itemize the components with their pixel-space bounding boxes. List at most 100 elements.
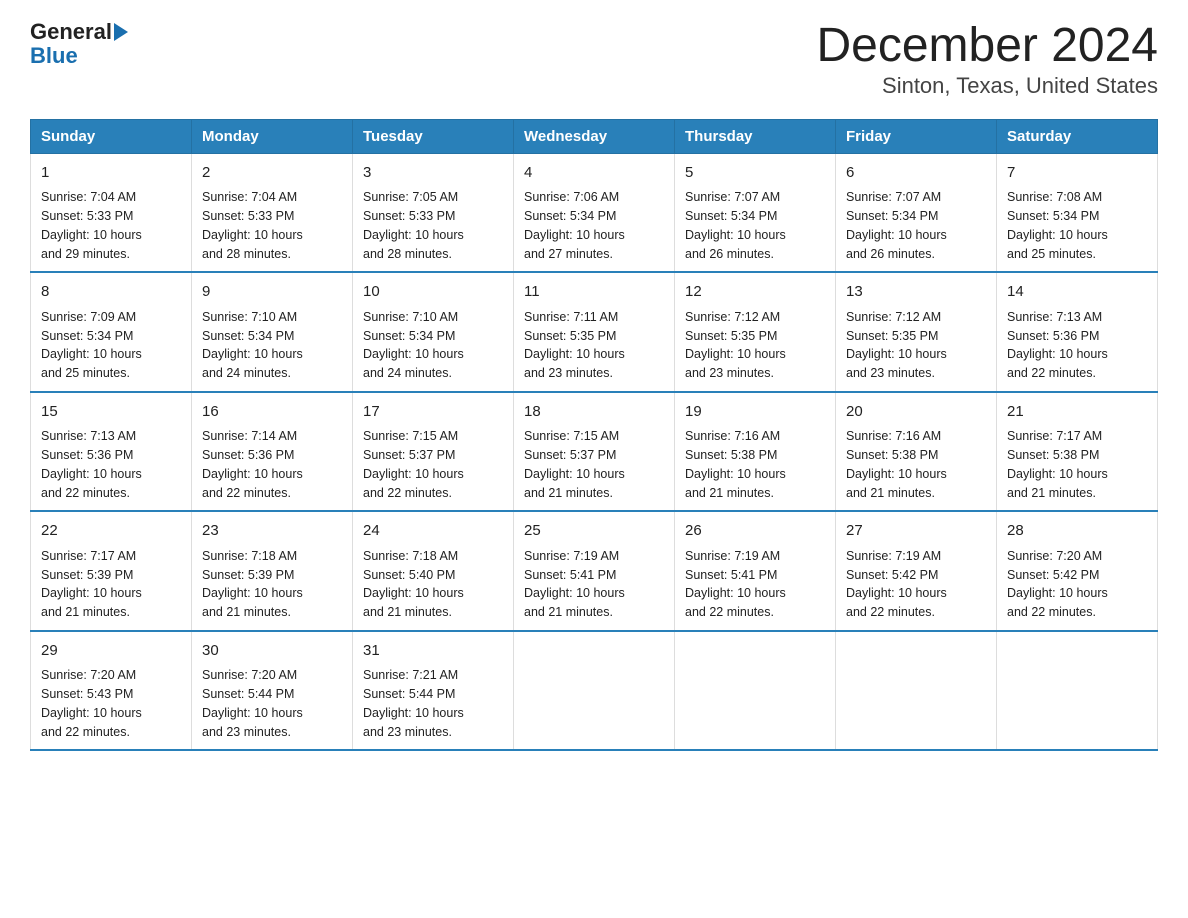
calendar-week-row: 8 Sunrise: 7:09 AMSunset: 5:34 PMDaylight… (31, 272, 1158, 392)
calendar-cell: 8 Sunrise: 7:09 AMSunset: 5:34 PMDaylight… (31, 272, 192, 392)
day-number: 5 (685, 162, 825, 185)
day-number: 29 (41, 640, 181, 663)
day-info: Sunrise: 7:17 AMSunset: 5:38 PMDaylight:… (1007, 427, 1147, 502)
day-number: 31 (363, 640, 503, 663)
calendar-cell: 29 Sunrise: 7:20 AMSunset: 5:43 PMDayligh… (31, 631, 192, 751)
day-number: 1 (41, 162, 181, 185)
header-saturday: Saturday (997, 119, 1158, 153)
calendar-cell (836, 631, 997, 751)
day-number: 12 (685, 281, 825, 304)
calendar-cell: 4 Sunrise: 7:06 AMSunset: 5:34 PMDaylight… (514, 153, 675, 272)
day-info: Sunrise: 7:16 AMSunset: 5:38 PMDaylight:… (846, 427, 986, 502)
day-info: Sunrise: 7:07 AMSunset: 5:34 PMDaylight:… (846, 188, 986, 263)
day-info: Sunrise: 7:05 AMSunset: 5:33 PMDaylight:… (363, 188, 503, 263)
day-info: Sunrise: 7:20 AMSunset: 5:43 PMDaylight:… (41, 666, 181, 741)
day-info: Sunrise: 7:15 AMSunset: 5:37 PMDaylight:… (363, 427, 503, 502)
title-block: December 2024 Sinton, Texas, United Stat… (816, 20, 1158, 99)
day-number: 10 (363, 281, 503, 304)
day-number: 15 (41, 401, 181, 424)
page-title: December 2024 (816, 20, 1158, 73)
day-number: 2 (202, 162, 342, 185)
day-number: 24 (363, 520, 503, 543)
page-subtitle: Sinton, Texas, United States (816, 73, 1158, 99)
calendar-cell: 9 Sunrise: 7:10 AMSunset: 5:34 PMDaylight… (192, 272, 353, 392)
day-info: Sunrise: 7:13 AMSunset: 5:36 PMDaylight:… (41, 427, 181, 502)
day-info: Sunrise: 7:13 AMSunset: 5:36 PMDaylight:… (1007, 308, 1147, 383)
day-number: 27 (846, 520, 986, 543)
day-info: Sunrise: 7:17 AMSunset: 5:39 PMDaylight:… (41, 547, 181, 622)
calendar-cell: 2Sunrise: 7:04 AMSunset: 5:33 PMDaylight… (192, 153, 353, 272)
calendar-week-row: 29 Sunrise: 7:20 AMSunset: 5:43 PMDayligh… (31, 631, 1158, 751)
calendar-cell: 21 Sunrise: 7:17 AMSunset: 5:38 PMDayligh… (997, 392, 1158, 512)
day-number: 16 (202, 401, 342, 424)
calendar-cell: 14 Sunrise: 7:13 AMSunset: 5:36 PMDayligh… (997, 272, 1158, 392)
day-info: Sunrise: 7:09 AMSunset: 5:34 PMDaylight:… (41, 308, 181, 383)
day-info: Sunrise: 7:21 AMSunset: 5:44 PMDaylight:… (363, 666, 503, 741)
day-info: Sunrise: 7:20 AMSunset: 5:42 PMDaylight:… (1007, 547, 1147, 622)
day-info: Sunrise: 7:18 AMSunset: 5:39 PMDaylight:… (202, 547, 342, 622)
calendar-cell: 18 Sunrise: 7:15 AMSunset: 5:37 PMDayligh… (514, 392, 675, 512)
day-info: Sunrise: 7:12 AMSunset: 5:35 PMDaylight:… (685, 308, 825, 383)
calendar-cell: 17 Sunrise: 7:15 AMSunset: 5:37 PMDayligh… (353, 392, 514, 512)
logo-blue: Blue (30, 44, 78, 68)
day-number: 30 (202, 640, 342, 663)
logo-general: General (30, 20, 112, 44)
calendar-cell: 7Sunrise: 7:08 AMSunset: 5:34 PMDaylight… (997, 153, 1158, 272)
day-info: Sunrise: 7:10 AMSunset: 5:34 PMDaylight:… (202, 308, 342, 383)
calendar-cell: 31 Sunrise: 7:21 AMSunset: 5:44 PMDayligh… (353, 631, 514, 751)
page-header: General Blue December 2024 Sinton, Texas… (30, 20, 1158, 99)
header-friday: Friday (836, 119, 997, 153)
day-number: 18 (524, 401, 664, 424)
day-number: 8 (41, 281, 181, 304)
day-number: 20 (846, 401, 986, 424)
day-info: Sunrise: 7:06 AMSunset: 5:34 PMDaylight:… (524, 188, 664, 263)
calendar-cell: 12 Sunrise: 7:12 AMSunset: 5:35 PMDayligh… (675, 272, 836, 392)
day-info: Sunrise: 7:18 AMSunset: 5:40 PMDaylight:… (363, 547, 503, 622)
day-info: Sunrise: 7:07 AMSunset: 5:34 PMDaylight:… (685, 188, 825, 263)
calendar-cell: 3 Sunrise: 7:05 AMSunset: 5:33 PMDaylight… (353, 153, 514, 272)
calendar-cell: 11Sunrise: 7:11 AMSunset: 5:35 PMDayligh… (514, 272, 675, 392)
calendar-cell (997, 631, 1158, 751)
day-info: Sunrise: 7:19 AMSunset: 5:41 PMDaylight:… (685, 547, 825, 622)
calendar-cell: 15 Sunrise: 7:13 AMSunset: 5:36 PMDayligh… (31, 392, 192, 512)
calendar-cell: 5 Sunrise: 7:07 AMSunset: 5:34 PMDaylight… (675, 153, 836, 272)
day-number: 17 (363, 401, 503, 424)
calendar-cell: 1Sunrise: 7:04 AMSunset: 5:33 PMDaylight… (31, 153, 192, 272)
day-number: 3 (363, 162, 503, 185)
calendar-cell (675, 631, 836, 751)
calendar-week-row: 1Sunrise: 7:04 AMSunset: 5:33 PMDaylight… (31, 153, 1158, 272)
calendar-header-row: SundayMondayTuesdayWednesdayThursdayFrid… (31, 119, 1158, 153)
day-info: Sunrise: 7:19 AMSunset: 5:42 PMDaylight:… (846, 547, 986, 622)
day-info: Sunrise: 7:14 AMSunset: 5:36 PMDaylight:… (202, 427, 342, 502)
day-number: 9 (202, 281, 342, 304)
calendar-cell: 13Sunrise: 7:12 AMSunset: 5:35 PMDayligh… (836, 272, 997, 392)
header-thursday: Thursday (675, 119, 836, 153)
day-number: 21 (1007, 401, 1147, 424)
day-number: 14 (1007, 281, 1147, 304)
calendar-cell: 10 Sunrise: 7:10 AMSunset: 5:34 PMDayligh… (353, 272, 514, 392)
day-number: 26 (685, 520, 825, 543)
header-monday: Monday (192, 119, 353, 153)
day-info: Sunrise: 7:19 AMSunset: 5:41 PMDaylight:… (524, 547, 664, 622)
day-number: 23 (202, 520, 342, 543)
day-number: 28 (1007, 520, 1147, 543)
calendar-table: SundayMondayTuesdayWednesdayThursdayFrid… (30, 119, 1158, 752)
calendar-cell: 24 Sunrise: 7:18 AMSunset: 5:40 PMDayligh… (353, 511, 514, 631)
calendar-week-row: 15 Sunrise: 7:13 AMSunset: 5:36 PMDayligh… (31, 392, 1158, 512)
header-tuesday: Tuesday (353, 119, 514, 153)
header-sunday: Sunday (31, 119, 192, 153)
calendar-cell: 27 Sunrise: 7:19 AMSunset: 5:42 PMDayligh… (836, 511, 997, 631)
day-info: Sunrise: 7:11 AMSunset: 5:35 PMDaylight:… (524, 308, 664, 383)
logo: General Blue (30, 20, 128, 68)
day-info: Sunrise: 7:08 AMSunset: 5:34 PMDaylight:… (1007, 188, 1147, 263)
calendar-cell: 23 Sunrise: 7:18 AMSunset: 5:39 PMDayligh… (192, 511, 353, 631)
day-number: 4 (524, 162, 664, 185)
calendar-cell: 6 Sunrise: 7:07 AMSunset: 5:34 PMDaylight… (836, 153, 997, 272)
day-info: Sunrise: 7:10 AMSunset: 5:34 PMDaylight:… (363, 308, 503, 383)
calendar-cell: 20 Sunrise: 7:16 AMSunset: 5:38 PMDayligh… (836, 392, 997, 512)
day-number: 6 (846, 162, 986, 185)
calendar-cell: 26 Sunrise: 7:19 AMSunset: 5:41 PMDayligh… (675, 511, 836, 631)
calendar-cell: 25Sunrise: 7:19 AMSunset: 5:41 PMDayligh… (514, 511, 675, 631)
day-info: Sunrise: 7:15 AMSunset: 5:37 PMDaylight:… (524, 427, 664, 502)
logo-triangle-icon (114, 23, 128, 41)
